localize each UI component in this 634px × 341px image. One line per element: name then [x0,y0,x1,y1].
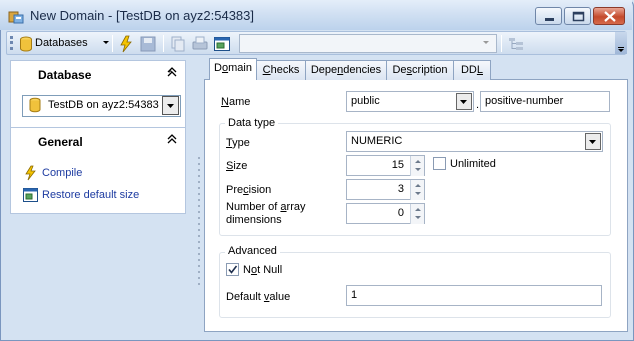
size-spinner[interactable] [410,156,424,176]
restore-size-icon[interactable] [213,35,231,53]
close-button[interactable] [593,7,625,25]
restore-default-size-link[interactable]: Restore default size [42,189,139,201]
datatype-group-title: Data type [225,117,279,129]
toolbar: Databases [6,31,627,55]
maximize-icon [572,11,585,22]
layout-icon[interactable] [507,35,525,53]
toolbar-overflow-button[interactable] [615,32,627,54]
toolbar-grip[interactable] [10,36,13,50]
type-select[interactable]: NUMERIC [346,131,603,152]
tab-checks-label: Checks [262,64,300,76]
pane-splitter[interactable] [196,156,202,286]
array-dims-label-line2: dimensions [226,214,282,226]
chevron-up-icon[interactable] [167,67,177,77]
default-value-input[interactable]: 1 [346,285,602,306]
save-icon[interactable] [139,35,157,53]
chevron-down-icon [589,140,596,144]
toolbar-separator [501,35,502,52]
type-dropdown-button[interactable] [585,133,601,150]
tab-description-label: Description [392,64,448,76]
tab-dependencies-label: Dependencies [310,64,382,76]
array-dims-spinner[interactable] [410,204,424,224]
chevron-down-icon[interactable] [483,41,489,45]
type-label: Type [226,137,250,149]
window-title: New Domain - [TestDB on ayz2:54383] [30,8,254,23]
chevron-down-icon [618,47,624,52]
compile-lightning-icon[interactable] [117,35,135,53]
spin-arrows-icon [415,184,421,195]
minimize-icon [545,18,554,21]
tab-domain[interactable]: Domain [209,58,257,80]
schema-dropdown-button[interactable] [456,93,472,110]
name-label: Name [221,96,251,108]
compile-link[interactable]: Compile [42,167,82,179]
tab-domain-label: Domain [214,62,252,74]
default-value-label: Default value [226,291,291,303]
array-dims-label-line1: Number of array [226,201,306,213]
databases-menu-button[interactable]: Databases [35,37,88,49]
close-icon [604,11,616,22]
restore-size-icon [23,188,38,202]
tab-checks[interactable]: Checks [256,60,306,80]
unlimited-checkbox[interactable] [433,157,446,170]
database-dropdown-button[interactable] [162,96,179,115]
chevron-down-icon [460,100,467,104]
chevron-down-icon[interactable] [103,41,109,45]
copy-icon[interactable] [169,35,187,53]
domain-name-input[interactable]: positive-number [480,91,610,112]
advanced-group-title: Advanced [225,245,280,257]
not-null-checkbox[interactable] [226,263,239,276]
name-separator: . [476,99,480,111]
toolbar-separator [163,35,164,52]
database-icon [29,97,41,113]
not-null-label: Not Null [243,264,283,276]
checkmark-icon [228,265,238,274]
unlimited-label: Unlimited [450,158,496,170]
title-bar[interactable]: New Domain - [TestDB on ayz2:54383] [0,0,632,30]
chevron-up-icon[interactable] [167,134,177,144]
maximize-button[interactable] [564,7,591,25]
print-icon[interactable] [191,35,209,53]
minimize-button[interactable] [535,7,562,25]
toolbar-separator [112,35,113,52]
tab-description[interactable]: Description [386,60,454,80]
database-icon [20,36,32,52]
tab-ddl-label: DDL [460,64,483,76]
spin-arrows-icon [415,208,421,219]
schema-select[interactable]: public [346,91,474,112]
lightning-icon [25,165,36,181]
spin-arrows-icon [415,160,421,171]
size-label: Size [226,160,248,172]
chevron-down-icon [167,104,174,108]
domain-app-icon [8,11,24,24]
general-panel-header[interactable]: General [38,135,83,149]
tab-ddl[interactable]: DDL [453,60,491,80]
tab-dependencies[interactable]: Dependencies [305,60,387,80]
database-panel-header[interactable]: Database [38,68,91,82]
toolbar-combo[interactable] [239,34,497,53]
precision-label: Precision [226,184,272,196]
database-select-value: TestDB on ayz2:54383 [48,99,159,111]
precision-spinner[interactable] [410,180,424,200]
